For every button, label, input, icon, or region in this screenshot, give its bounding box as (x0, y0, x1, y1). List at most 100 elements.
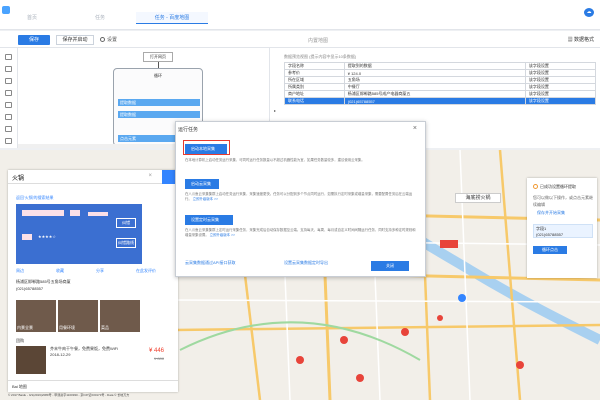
schedule-cloud-collection-button[interactable]: 设置定时云采集 (185, 215, 233, 225)
loop-click-button[interactable]: 循环点击 (533, 246, 567, 254)
table-row[interactable]: 所在区域 五角场 该字段设置 (284, 76, 597, 84)
edit-icon[interactable] (5, 102, 12, 108)
poi-rating: ★★★★☆ (38, 234, 56, 239)
favorite-link[interactable]: 收藏 (56, 268, 64, 274)
poi-header-card: ★★★★☆ 纠错 纠错路线 (16, 204, 142, 264)
table-cell: 所属类别 (284, 83, 345, 91)
table-row[interactable]: 参考价 ¥ 124.0 该字段设置 (284, 69, 597, 77)
baidu-map-logo: Bai 地图 (8, 380, 178, 392)
close-dialog-button[interactable]: 关闭 (371, 261, 409, 271)
deal-original-price: ¥ 888 (153, 356, 164, 361)
table-cell: 提取到的数据 (343, 62, 526, 70)
nearby-link[interactable]: 周边 (16, 268, 24, 274)
groupbuy-heading: 团购 (16, 338, 24, 343)
table-cell: 商户地址 (284, 90, 345, 98)
poi-actions: 周边 收藏 分享 在此发评价 (16, 268, 156, 274)
built-in-browser-label: 内置地图 (308, 38, 329, 44)
poi-tag-redacted (70, 210, 80, 216)
photo-thumb[interactable]: 用餐环境 (58, 300, 98, 332)
text-icon[interactable] (5, 78, 12, 84)
flow-loop-label: 循环 (154, 73, 162, 78)
review-link[interactable]: 在此发评价 (136, 268, 156, 274)
table-cell: 联系电话 (284, 97, 345, 105)
tip-title: 已成功设置循环提取 (533, 184, 576, 190)
cloud-description-text: 在八爪鱼云采集集群上启动任务运行采集，采集速度更快。任务可以分配到多个节点同时运… (185, 192, 413, 201)
table-row-selected[interactable]: 联系电话 (021)65788557 该字段设置 (284, 97, 597, 105)
table-cell: 该字段设置 (524, 83, 597, 91)
branch-icon[interactable] (5, 114, 12, 120)
table-cell: 该字段设置 (524, 76, 597, 84)
tab-home[interactable]: 首页 (0, 12, 64, 24)
table-cell: 该字段设置 (524, 90, 597, 98)
tip-desc: 您可以做以下操作，或点击元素继续编辑 (533, 195, 593, 207)
map-poi-label[interactable]: 海底捞火锅 (455, 193, 501, 203)
local-description: 在本地计算机上启动任务运行采集，可同时运行任务数量以不超过机器性能为宜，如果任务… (185, 158, 365, 162)
cloud-description: 在八爪鱼云采集集群上启动任务运行采集，采集速度更快。任务可以分配到多个节点同时运… (185, 192, 417, 202)
upgrade-link-cloud[interactable]: 立即升级版本 >> (193, 197, 218, 201)
open-icon[interactable] (5, 66, 12, 72)
tab-current-task[interactable]: 任务 - 百度地图 (136, 12, 208, 24)
add-icon[interactable] (5, 54, 12, 60)
photo-thumb[interactable]: 内景全景 (16, 300, 56, 332)
tab-tasks[interactable]: 任务 (64, 12, 136, 24)
table-cell: 参考价 (284, 69, 345, 77)
photo-caption: 用餐环境 (59, 325, 75, 330)
data-format-button[interactable]: ▦ 数据格式 (568, 36, 594, 43)
flow-node-open-page[interactable]: 打开网页 (143, 52, 173, 62)
tool-rail (0, 48, 18, 148)
map-search-bar: × (8, 170, 178, 184)
photo-thumb[interactable]: 菜品 (100, 300, 140, 332)
run-task-dialog: 运行任务 × 启动本地采集 在本地计算机上启动任务运行采集，可同时运行任务数量以… (175, 121, 426, 277)
top-bar: 首页 任务 任务 - 百度地图 ☁ (0, 0, 600, 30)
deal-price: ¥ 446 (148, 348, 164, 354)
settings-button[interactable]: 设置 (100, 36, 117, 43)
save-button[interactable]: 保存 (18, 35, 50, 45)
correction-button[interactable]: 纠错 (116, 218, 136, 228)
groupbuy-deal[interactable]: 芥末牛肉干午餐，免费果饭，免费WiFi 2018-12-29 ¥ 446 ¥ 8… (16, 346, 170, 378)
route-correction-button[interactable]: 纠错路线 (116, 238, 136, 248)
table-cell: 杨浦区邯郸路585号成产电器商厦五 (343, 90, 526, 98)
loop-icon[interactable] (5, 90, 12, 96)
export-hint-link[interactable]: 设置云采集数据定时导出 (284, 260, 328, 266)
table-cell: 中餐厅 (343, 83, 526, 91)
start-cloud-collection-button[interactable]: 启动云采集 (185, 179, 219, 189)
expand-icon[interactable] (5, 138, 12, 144)
refresh-icon[interactable] (5, 126, 12, 132)
table-cell: 该字段设置 (524, 69, 597, 77)
api-hint-link[interactable]: 云采集数据通过API接口获取 (185, 260, 235, 266)
close-icon[interactable]: × (413, 125, 417, 132)
clear-icon[interactable]: × (148, 173, 152, 179)
map-search-panel: × 返回'火锅'的搜索结果 ★★★★☆ 纠错 纠错路线 周边 收藏 分享 在此发… (8, 170, 178, 392)
flow-step-extract-1[interactable]: 提取数据 (118, 99, 200, 106)
toolbar: 保存 保存并启动 设置 内置地图 ▦ 数据格式 (0, 31, 600, 48)
flow-step-extract-2[interactable]: 提取数据 (118, 111, 200, 118)
table-row[interactable]: 字段名称 提取到的数据 该字段设置 (284, 62, 597, 70)
settings-label: 设置 (107, 37, 118, 43)
map-search-input[interactable] (12, 172, 136, 182)
save-start-link[interactable]: 保存并开始采集 (537, 210, 565, 216)
poi-photos: 内景全景 用餐环境 菜品 (16, 300, 142, 332)
data-format-label: 数据格式 (573, 37, 594, 43)
table-cell: (021)65788557 (343, 97, 526, 105)
photo-caption: 内景全景 (17, 325, 33, 330)
poi-name-redacted (22, 210, 64, 216)
table-row[interactable]: 商户地址 杨浦区邯郸路585号成产电器商厦五 该字段设置 (284, 90, 597, 98)
tab-bar: 首页 任务 任务 - 百度地图 (0, 12, 208, 24)
table-row[interactable]: 所属类别 中餐厅 该字段设置 (284, 83, 597, 91)
start-local-collection-button[interactable]: 启动本地采集 (185, 144, 227, 154)
table-cell: 所在区域 (284, 76, 345, 84)
schedule-description: 在八爪鱼云采集集群上定时运行采集任务，采集完成后自动保存数据至云端。支持每天、每… (185, 228, 417, 238)
poi-badge (88, 212, 108, 216)
dialog-title: 运行任务 (178, 127, 199, 133)
poi-score-redacted (22, 234, 32, 240)
field-value: (021)65788557 (536, 232, 564, 237)
row-pointer-icon: ▸ (274, 108, 277, 113)
map-attribution: © 2017 Baidu - GS(2016)2089号 - 甲测资字11009… (8, 393, 130, 397)
user-icon[interactable]: ☁ (584, 8, 594, 17)
upgrade-link-schedule[interactable]: 立即升级版本 >> (210, 233, 235, 237)
share-link[interactable]: 分享 (96, 268, 104, 274)
back-to-results-link[interactable]: 返回'火锅'的搜索结果 (16, 195, 54, 201)
deal-thumbnail (16, 346, 46, 374)
save-and-run-button[interactable]: 保存并启动 (56, 35, 94, 45)
deal-date: 2018-12-29 (50, 352, 71, 357)
